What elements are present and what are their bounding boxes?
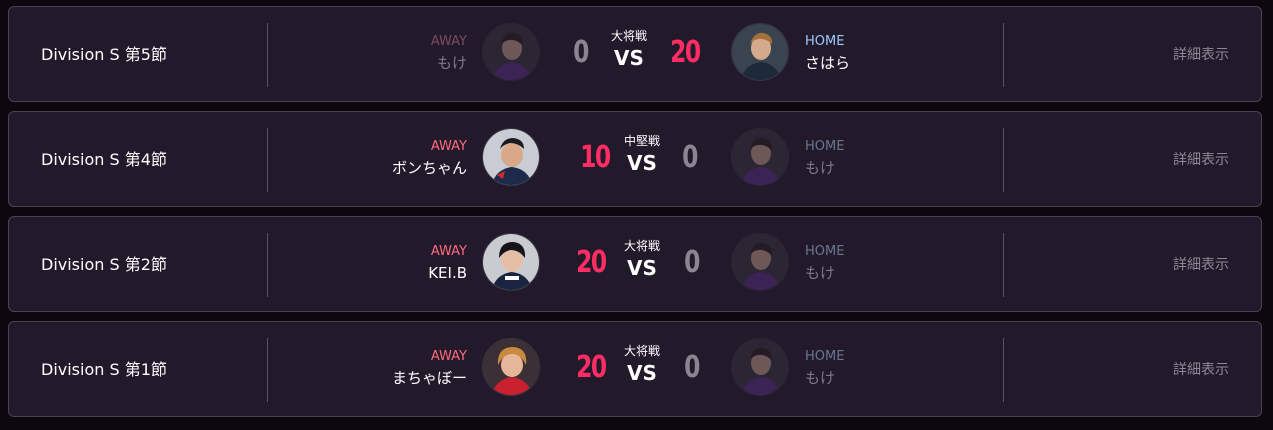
away-label: AWAY — [430, 244, 467, 259]
home-score: 0 — [684, 350, 700, 385]
home-player-name: もけ — [805, 264, 836, 282]
match-card[interactable]: Division S 第4節 AWAY ボンちゃん 10 中堅戦 VS 0 HO… — [8, 111, 1262, 207]
home-player-info: HOME もけ — [805, 243, 844, 285]
divider — [1003, 338, 1004, 402]
player-avatar-icon — [732, 24, 788, 80]
match-rank-label: 中堅戦 — [623, 134, 660, 148]
home-player-info: HOME さはら — [805, 33, 850, 75]
match-center: 大将戦 VS — [589, 27, 669, 71]
away-player-info: AWAY KEI.B — [428, 243, 467, 285]
match-center: 大将戦 VS — [602, 342, 682, 386]
player-avatar-icon — [732, 234, 788, 290]
details-link[interactable]: 詳細表示 — [1173, 7, 1229, 103]
divider — [1003, 128, 1004, 192]
match-history-list: Division S 第5節 AWAY もけ 0 大将戦 VS 20 HOME … — [0, 0, 1273, 430]
division-round-label: Division S 第5節 — [41, 45, 167, 64]
away-player-avatar[interactable] — [482, 338, 540, 396]
match-card[interactable]: Division S 第1節 AWAY まちゃぼー 20 大将戦 VS 0 HO… — [8, 321, 1262, 417]
match-center: 中堅戦 VS — [602, 132, 682, 176]
divider — [1003, 23, 1004, 87]
away-label: AWAY — [430, 34, 467, 49]
divider — [267, 23, 268, 87]
match-rank-label: 大将戦 — [623, 344, 660, 358]
away-label: AWAY — [430, 139, 467, 154]
division-round-label: Division S 第1節 — [41, 360, 167, 379]
vs-label: VS — [627, 361, 657, 385]
divider — [267, 233, 268, 297]
division-round-label: Division S 第4節 — [41, 150, 167, 169]
away-score: 0 — [573, 35, 589, 70]
home-player-name: さはら — [805, 54, 851, 72]
away-player-name: もけ — [436, 54, 467, 72]
home-player-info: HOME もけ — [805, 348, 844, 390]
vs-label: VS — [627, 256, 657, 280]
match-rank-label: 大将戦 — [610, 29, 647, 43]
player-avatar-icon — [483, 339, 539, 395]
home-label: HOME — [805, 349, 845, 364]
home-player-name: もけ — [805, 369, 836, 387]
divider — [267, 128, 268, 192]
away-player-name: まちゃぼー — [391, 369, 467, 387]
player-avatar-icon — [483, 24, 539, 80]
match-rank-label: 大将戦 — [623, 239, 660, 253]
away-player-info: AWAY ボンちゃん — [392, 138, 467, 180]
match-center: 大将戦 VS — [602, 237, 682, 281]
home-player-info: HOME もけ — [805, 138, 844, 180]
player-avatar-icon — [732, 129, 788, 185]
home-score: 20 — [670, 35, 701, 70]
home-player-avatar[interactable] — [731, 128, 789, 186]
home-score: 0 — [682, 140, 698, 175]
player-avatar-icon — [732, 339, 788, 395]
vs-label: VS — [614, 46, 644, 70]
match-card[interactable]: Division S 第5節 AWAY もけ 0 大将戦 VS 20 HOME … — [8, 6, 1262, 102]
details-link[interactable]: 詳細表示 — [1173, 217, 1229, 313]
home-label: HOME — [805, 244, 845, 259]
away-player-avatar[interactable] — [482, 233, 540, 291]
away-player-avatar[interactable] — [482, 128, 540, 186]
home-player-avatar[interactable] — [731, 338, 789, 396]
details-link[interactable]: 詳細表示 — [1173, 322, 1229, 418]
home-player-avatar[interactable] — [731, 23, 789, 81]
details-link[interactable]: 詳細表示 — [1173, 112, 1229, 208]
player-avatar-icon — [483, 234, 539, 290]
home-player-name: もけ — [805, 159, 836, 177]
home-score: 0 — [684, 245, 700, 280]
player-avatar-icon — [483, 129, 539, 185]
divider — [267, 338, 268, 402]
away-player-info: AWAY まちゃぼー — [392, 348, 467, 390]
away-player-avatar[interactable] — [482, 23, 540, 81]
match-card[interactable]: Division S 第2節 AWAY KEI.B 20 大将戦 VS 0 HO… — [8, 216, 1262, 312]
away-player-info: AWAY もけ — [431, 33, 467, 75]
home-label: HOME — [805, 34, 845, 49]
away-player-name: ボンちゃん — [391, 159, 467, 177]
home-player-avatar[interactable] — [731, 233, 789, 291]
vs-label: VS — [627, 151, 657, 175]
home-label: HOME — [805, 139, 845, 154]
away-player-name: KEI.B — [428, 264, 467, 282]
away-label: AWAY — [430, 349, 467, 364]
division-round-label: Division S 第2節 — [41, 255, 167, 274]
divider — [1003, 233, 1004, 297]
